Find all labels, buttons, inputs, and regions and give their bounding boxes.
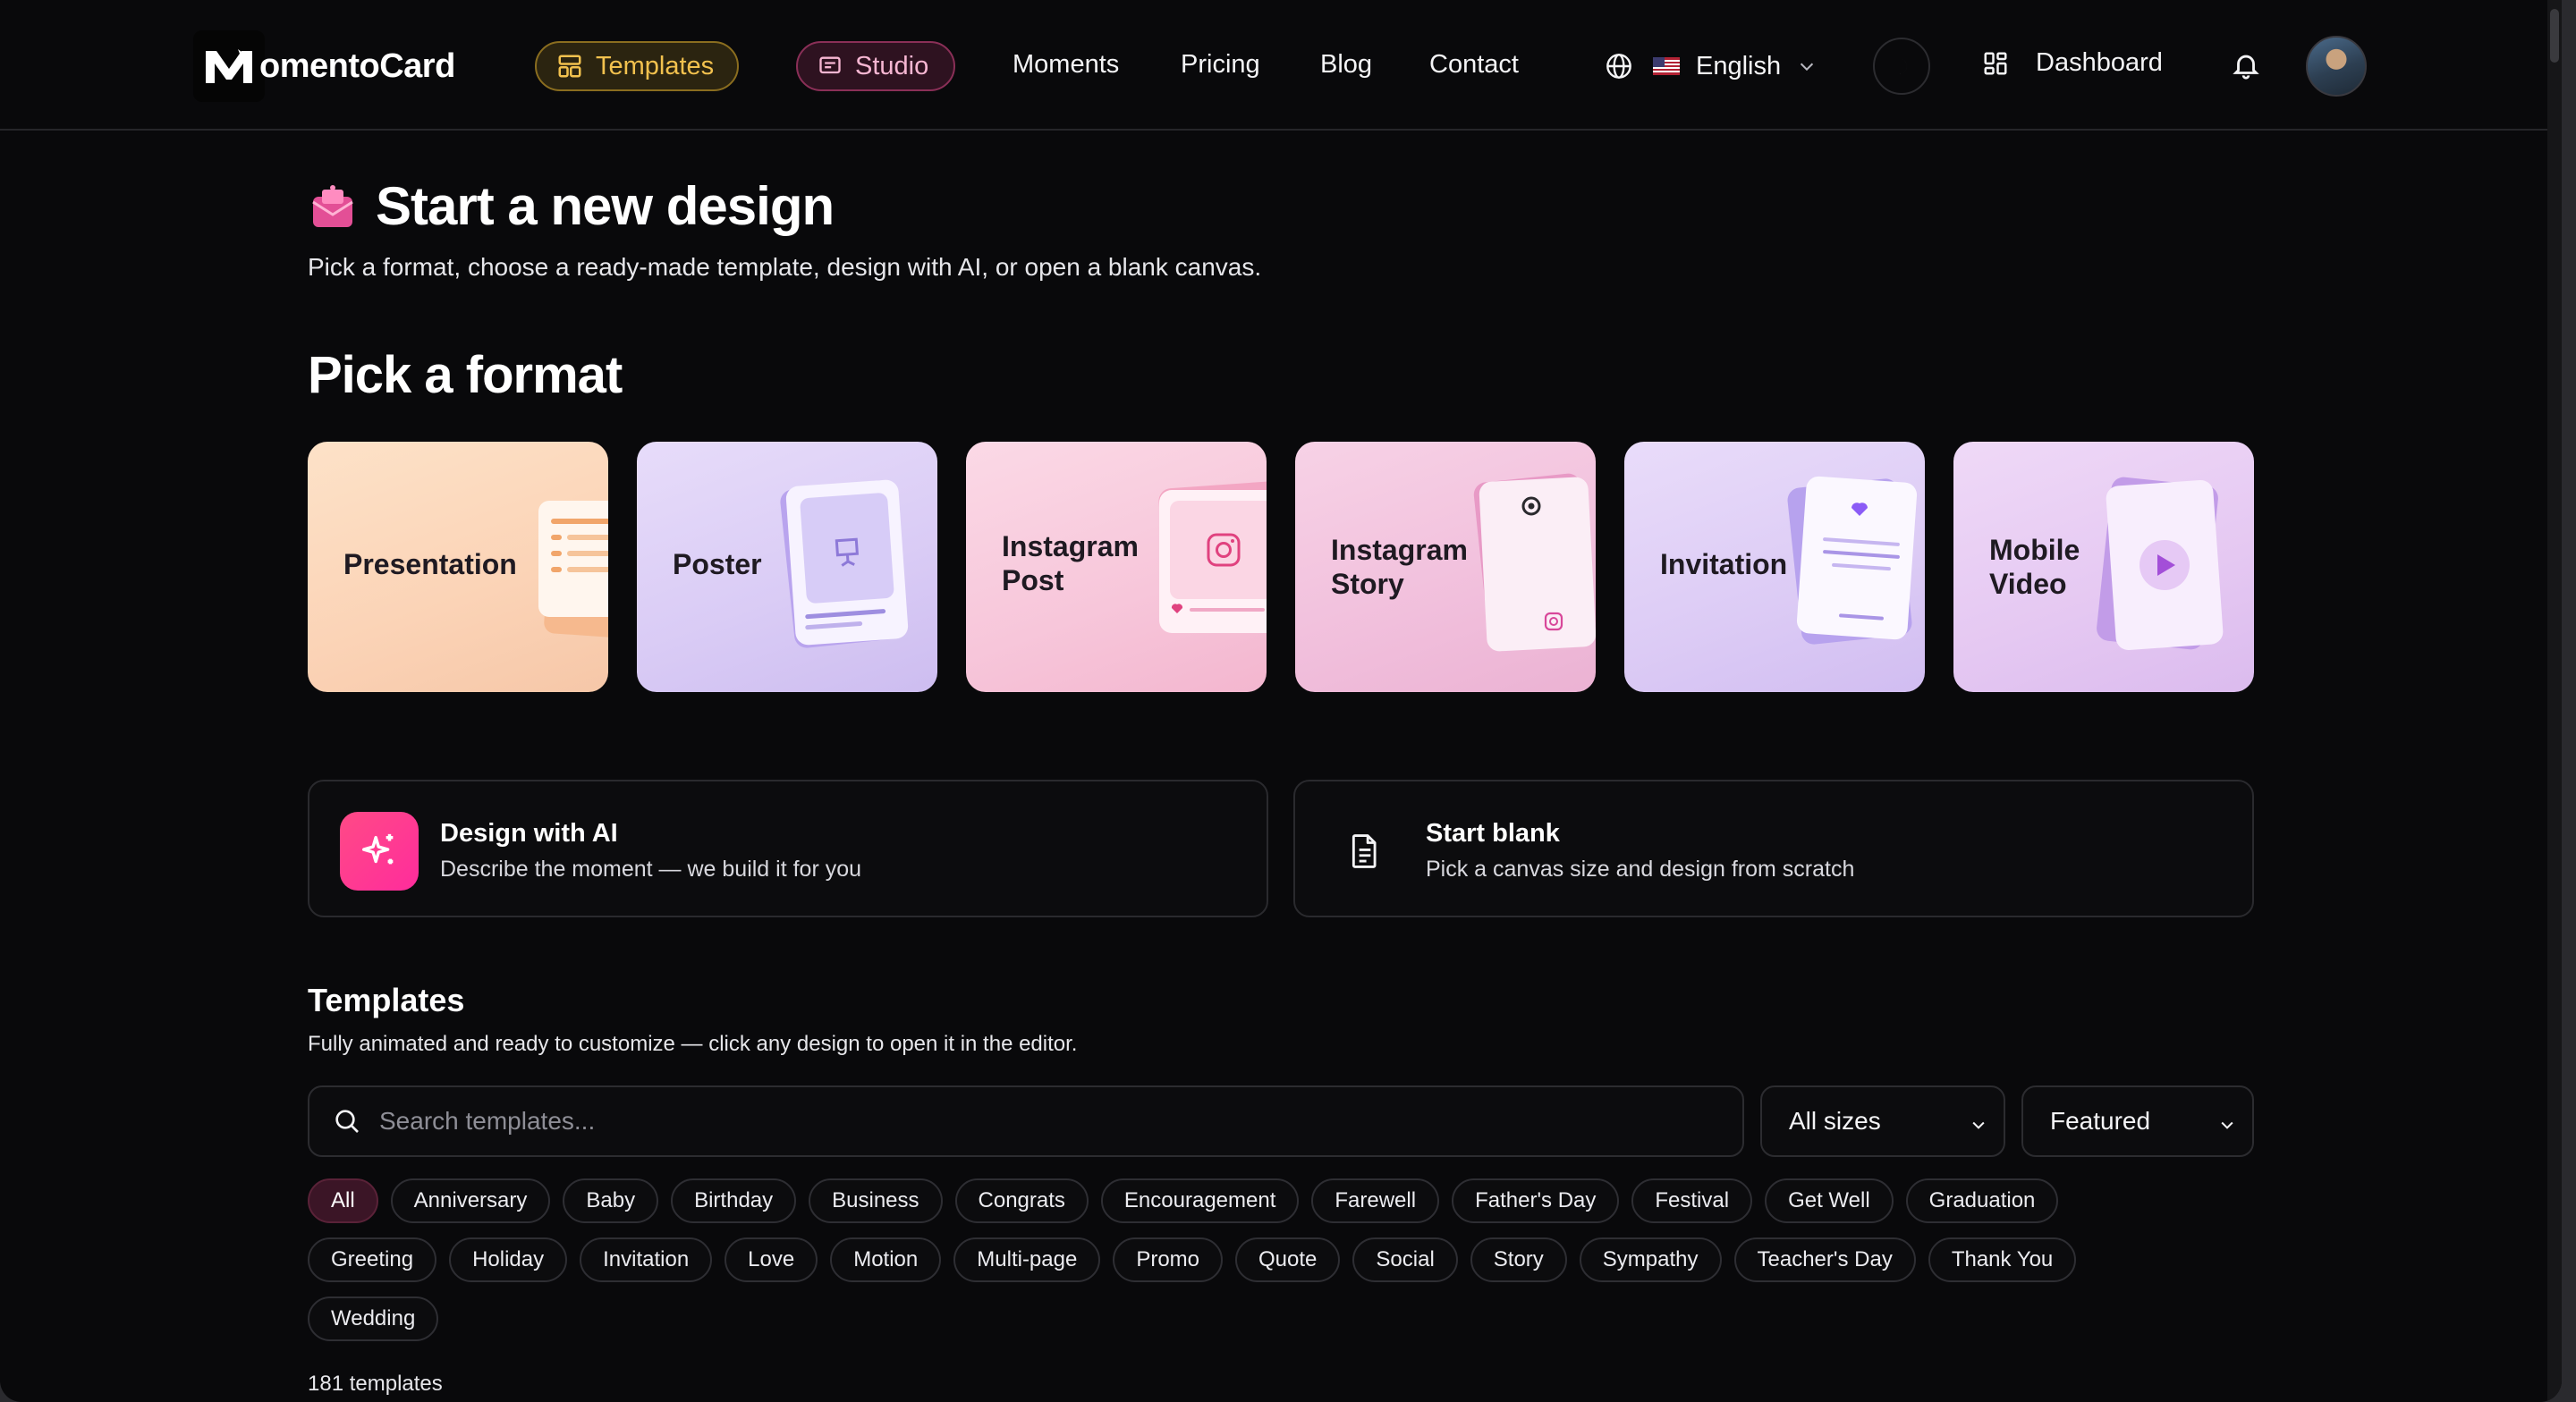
category-filter-chips: All Anniversary Baby Birthday Business Congra… bbox=[308, 1178, 2258, 1356]
nav-templates-label: Templates bbox=[596, 51, 715, 80]
nav-link-blog[interactable]: Blog bbox=[1320, 50, 1372, 80]
presentation-icon bbox=[538, 501, 608, 638]
design-with-ai-button[interactable]: Design with AI Describe the moment — we … bbox=[308, 780, 1268, 917]
category-chip[interactable]: Holiday bbox=[449, 1237, 568, 1282]
instagram-story-icon bbox=[1473, 473, 1596, 652]
category-chip[interactable]: Graduation bbox=[1905, 1178, 2059, 1223]
category-chip[interactable]: Multi-page bbox=[953, 1237, 1101, 1282]
chip-row: Wedding bbox=[308, 1296, 2258, 1341]
envelope-gift-icon bbox=[312, 185, 353, 227]
studio-icon bbox=[819, 56, 841, 74]
chevron-down-icon bbox=[2221, 1121, 2233, 1129]
format-section-title: Pick a format bbox=[308, 346, 623, 404]
category-chip[interactable]: Promo bbox=[1113, 1237, 1224, 1282]
category-chip[interactable]: Baby bbox=[563, 1178, 659, 1223]
moon-icon bbox=[1899, 58, 1908, 74]
scrollbar-thumb[interactable] bbox=[2550, 9, 2559, 63]
start-blank-button[interactable]: Start blank Pick a canvas size and desig… bbox=[1293, 780, 2254, 917]
dashboard-link[interactable]: Dashboard bbox=[1982, 48, 2163, 78]
category-chip[interactable]: Social bbox=[1352, 1237, 1458, 1282]
dashboard-label: Dashboard bbox=[2036, 48, 2163, 77]
invitation-icon bbox=[1787, 476, 1918, 645]
blank-subtitle: Pick a canvas size and design from scrat… bbox=[1426, 857, 1855, 882]
chevron-down-icon bbox=[1800, 63, 1814, 72]
template-count: 181 templates bbox=[308, 1372, 443, 1396]
templates-section-subtitle: Fully animated and ready to customize — … bbox=[308, 1032, 1078, 1056]
blank-title: Start blank bbox=[1426, 819, 1560, 848]
poster-icon bbox=[780, 479, 909, 648]
chip-row: All Anniversary Baby Birthday Business Congra… bbox=[308, 1178, 2258, 1223]
language-selector[interactable]: English bbox=[1605, 46, 1817, 86]
format-card-poster[interactable]: Poster bbox=[637, 442, 937, 692]
search-input[interactable] bbox=[379, 1107, 1631, 1136]
brand-name: omentoCard bbox=[259, 46, 455, 85]
user-avatar[interactable] bbox=[2306, 36, 2367, 97]
brand-logo[interactable]: omentoCard bbox=[193, 30, 455, 102]
size-filter-value: All sizes bbox=[1789, 1107, 1881, 1135]
format-card-instagram-post[interactable]: Instagram Post bbox=[966, 442, 1267, 692]
category-chip[interactable]: Story bbox=[1470, 1237, 1567, 1282]
format-card-presentation[interactable]: Presentation bbox=[308, 442, 608, 692]
theme-toggle-button[interactable] bbox=[1873, 38, 1930, 95]
format-card-invitation[interactable]: Invitation bbox=[1624, 442, 1925, 692]
category-chip[interactable]: Birthday bbox=[671, 1178, 797, 1223]
document-icon bbox=[1326, 812, 1404, 891]
scrollbar[interactable] bbox=[2547, 0, 2562, 1402]
size-filter-select[interactable]: All sizes bbox=[1760, 1085, 2005, 1157]
nav-link-moments[interactable]: Moments bbox=[1013, 50, 1119, 80]
category-chip[interactable]: Thank You bbox=[1928, 1237, 2077, 1282]
format-card-instagram-story[interactable]: Instagram Story bbox=[1295, 442, 1596, 692]
ai-subtitle: Describe the moment — we build it for yo… bbox=[440, 857, 862, 882]
us-flag-icon bbox=[1653, 57, 1680, 75]
category-chip[interactable]: Festival bbox=[1631, 1178, 1753, 1223]
dashboard-icon bbox=[1984, 52, 2007, 74]
category-chip[interactable]: Invitation bbox=[580, 1237, 713, 1282]
category-chip[interactable]: Wedding bbox=[308, 1296, 439, 1341]
layout-icon bbox=[558, 55, 581, 78]
category-chip[interactable]: Anniversary bbox=[390, 1178, 551, 1223]
nav-studio-label: Studio bbox=[855, 51, 929, 80]
category-chip[interactable]: All bbox=[308, 1178, 378, 1223]
top-nav: omentoCard Templates Studio Moments Pric… bbox=[0, 0, 2562, 131]
nav-studio-button[interactable]: Studio bbox=[796, 41, 955, 91]
chevron-down-icon bbox=[1972, 1121, 1985, 1129]
template-search[interactable] bbox=[308, 1085, 1744, 1157]
language-label: English bbox=[1696, 51, 1782, 80]
category-chip[interactable]: Motion bbox=[830, 1237, 942, 1282]
category-chip[interactable]: Encouragement bbox=[1100, 1178, 1300, 1223]
category-chip[interactable]: Teacher's Day bbox=[1733, 1237, 1916, 1282]
search-icon bbox=[335, 1110, 359, 1133]
templates-section-title: Templates bbox=[308, 982, 465, 1018]
sort-value: Featured bbox=[2050, 1107, 2151, 1135]
category-chip[interactable]: Business bbox=[809, 1178, 943, 1223]
bell-icon[interactable] bbox=[2231, 50, 2261, 80]
globe-icon bbox=[1606, 54, 1631, 79]
category-chip[interactable]: Love bbox=[724, 1237, 818, 1282]
app-window: omentoCard Templates Studio Moments Pric… bbox=[0, 0, 2562, 1402]
sparkles-icon bbox=[340, 812, 419, 891]
category-chip[interactable]: Father's Day bbox=[1452, 1178, 1620, 1223]
page-subtitle: Pick a format, choose a ready-made templ… bbox=[308, 253, 1262, 281]
category-chip[interactable]: Sympathy bbox=[1579, 1237, 1722, 1282]
category-chip[interactable]: Greeting bbox=[308, 1237, 437, 1282]
nav-link-pricing[interactable]: Pricing bbox=[1181, 50, 1260, 80]
mobile-video-icon bbox=[2097, 477, 2224, 651]
category-chip[interactable]: Quote bbox=[1235, 1237, 1341, 1282]
category-chip[interactable]: Farewell bbox=[1311, 1178, 1440, 1223]
category-chip[interactable]: Get Well bbox=[1765, 1178, 1894, 1223]
category-chip[interactable]: Congrats bbox=[954, 1178, 1089, 1223]
logo-mark-icon bbox=[193, 30, 265, 102]
chip-row: Greeting Holiday Invitation Love Motion Multi… bbox=[308, 1237, 2258, 1282]
nav-templates-button[interactable]: Templates bbox=[535, 41, 739, 91]
instagram-post-icon bbox=[1158, 481, 1267, 633]
page-title: Start a new design bbox=[376, 176, 835, 236]
ai-title: Design with AI bbox=[440, 819, 618, 848]
nav-link-contact[interactable]: Contact bbox=[1429, 50, 1519, 80]
format-card-mobile-video[interactable]: Mobile Video bbox=[1953, 442, 2254, 692]
sort-select[interactable]: Featured bbox=[2021, 1085, 2254, 1157]
